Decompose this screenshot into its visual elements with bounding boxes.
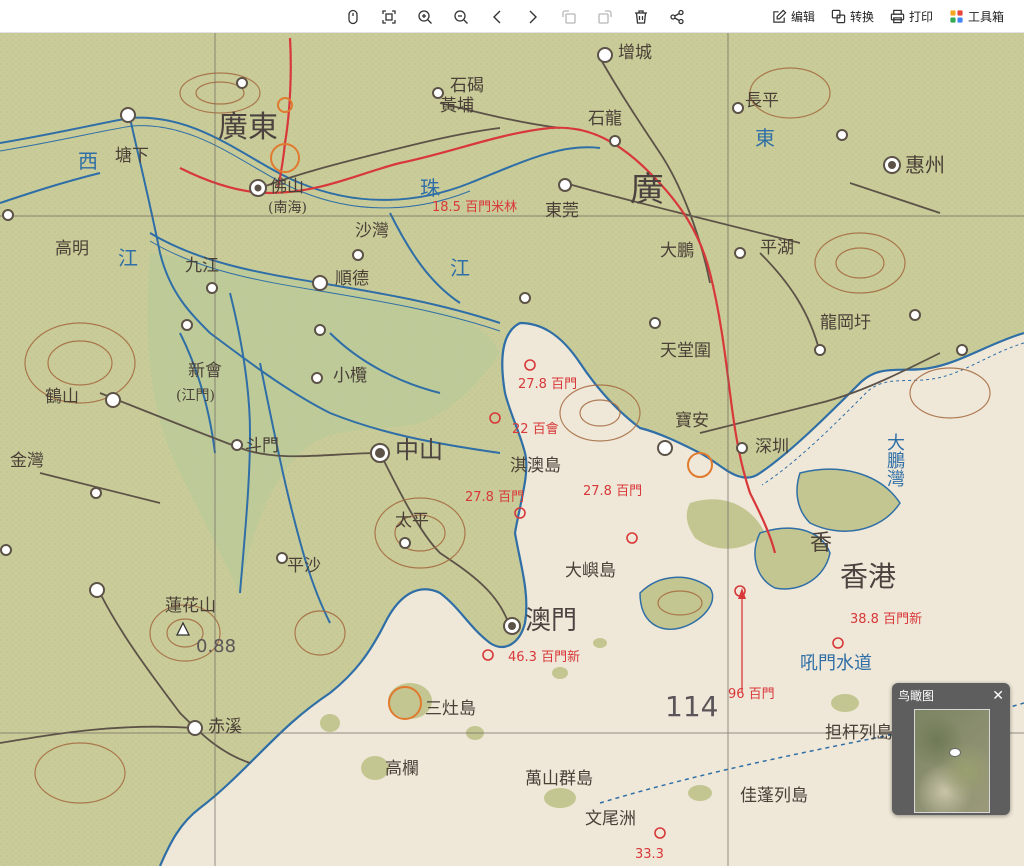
label-shijie: 石碣 [450, 76, 484, 96]
label-guang: 廣 [630, 170, 664, 210]
label-guangzhou: 廣東 [218, 110, 278, 145]
label-nanhai: (南海) [268, 200, 307, 216]
red-label-1: 18.5 百門米林 [432, 200, 518, 215]
red-label-4: 27.8 百門 [465, 490, 525, 505]
label-foshan: 佛山 [270, 177, 304, 197]
label-pingjian: 平湖 [760, 238, 794, 258]
label-gaoming: 高明 [55, 239, 89, 259]
close-icon[interactable]: ✕ [992, 688, 1004, 702]
convert-icon [831, 9, 846, 24]
label-houmen: 吼門水道 [800, 653, 872, 674]
label-shiqiao: 石龍 [588, 109, 622, 129]
red-label-8: 96 百門 [728, 687, 775, 702]
label-pingsha: 平沙 [287, 556, 321, 576]
label-zhongshan: 中山 [395, 436, 443, 464]
label-shenzhen: 深圳 [755, 437, 789, 457]
label-lianhua: 蓮花山 [165, 596, 216, 616]
toolbox-label: 工具箱 [968, 10, 1005, 24]
label-longgang: 龍岡圩 [820, 313, 871, 333]
zoom-in-icon[interactable] [407, 0, 443, 33]
label-zhu: 珠 [420, 176, 440, 200]
label-jiang1: 江 [118, 246, 138, 270]
prev-icon[interactable] [479, 0, 515, 33]
label-jiangmen: (江門) [176, 388, 215, 404]
minimap-header: 鸟瞰图 ✕ [892, 683, 1010, 707]
label-zengcheng: 增城 [618, 43, 652, 63]
label-dapeng: 大鵬 [660, 241, 694, 261]
label-xiaolan: 小欖 [333, 366, 367, 386]
label-dong: 東 [755, 126, 775, 150]
label-wanshan: 萬山群島 [525, 769, 593, 789]
label-heshan: 鶴山 [45, 387, 79, 407]
label-baoan: 寶安 [675, 411, 709, 431]
label-doumen: 斗門 [245, 436, 279, 456]
label-jiapeng: 佳蓬列島 [740, 786, 808, 806]
viewer-toolbar: 编辑 转换 打印 工具箱 [0, 0, 1024, 33]
label-shatou: 沙灣 [355, 221, 389, 241]
label-qiao: 淇澳島 [510, 456, 561, 476]
label-huizhou: 惠州 [905, 153, 945, 177]
mouse-icon[interactable] [335, 0, 371, 33]
minimap-title: 鸟瞰图 [898, 688, 935, 703]
map-canvas[interactable]: 廣東 佛山 (南海) 中山 澳門 香港 廣 東莞 順德 增城 惠州 新會 (江門… [0, 33, 1024, 866]
label-xi: 西 [78, 149, 98, 173]
label-aomen: 澳門 [525, 606, 578, 636]
toolbox-icon [950, 10, 963, 23]
edit-button[interactable]: 编辑 [764, 0, 823, 33]
label-xiang: 香 [810, 531, 833, 556]
red-label-6: 46.3 百門新 [508, 650, 581, 665]
label-jiang2: 江 [450, 256, 470, 280]
label-tangxia: 塘下 [115, 146, 149, 166]
label-xianggang: 香港 [840, 560, 897, 593]
share-icon[interactable] [659, 0, 695, 33]
label-sanzao: 三灶島 [425, 699, 476, 719]
zoom-out-icon[interactable] [443, 0, 479, 33]
elevation-088: 0.88 [196, 636, 237, 657]
edit-label: 编辑 [791, 10, 816, 24]
label-wenwei: 文尾洲 [585, 809, 636, 829]
label-huangpu: 黃埔 [440, 96, 474, 116]
toolbar-center-group [335, 0, 695, 33]
print-button[interactable]: 打印 [882, 0, 941, 33]
label-gaolan: 高欄 [385, 759, 419, 779]
minimap-viewport[interactable] [914, 709, 990, 813]
toolbar-right-group: 编辑 转换 打印 工具箱 [764, 0, 1012, 33]
label-dajiaowan: 大鵬灣 [884, 433, 905, 487]
next-icon[interactable] [515, 0, 551, 33]
convert-label: 转换 [850, 10, 875, 24]
red-label-2: 27.8 百門 [518, 377, 578, 392]
minimap-thumbnail [915, 710, 989, 812]
label-chixi: 赤溪 [208, 717, 242, 737]
label-shunde: 順德 [335, 269, 369, 289]
rotate-left-icon[interactable] [551, 0, 587, 33]
label-dongguan: 東莞 [545, 201, 579, 221]
label-taiping: 太平 [395, 511, 429, 531]
red-label-3: 22 百會 [512, 422, 559, 437]
eye-icon [949, 748, 961, 757]
grid-number-114: 114 [665, 690, 719, 723]
edit-icon [773, 9, 787, 23]
fit-screen-icon[interactable] [371, 0, 407, 33]
print-label: 打印 [909, 10, 934, 24]
label-changping: 長平 [745, 91, 779, 111]
printer-icon [890, 9, 905, 24]
delete-icon[interactable] [623, 0, 659, 33]
toolbox-button[interactable]: 工具箱 [941, 0, 1012, 33]
label-jinwan: 金灣 [10, 451, 44, 471]
red-label-5: 27.8 百門 [583, 484, 643, 499]
label-dayu: 大嶼島 [565, 561, 616, 581]
label-jiujiang: 九江 [185, 256, 219, 276]
red-label-7: 38.8 百門新 [850, 612, 923, 627]
red-label-9: 33.3 [635, 847, 664, 862]
label-lajishan: 担杆列島 [825, 723, 893, 743]
label-xinhui: 新會 [188, 361, 222, 381]
label-tianhe: 天堂圍 [660, 341, 711, 361]
rotate-right-icon[interactable] [587, 0, 623, 33]
minimap-panel[interactable]: 鸟瞰图 ✕ [892, 683, 1010, 815]
convert-button[interactable]: 转换 [823, 0, 882, 33]
